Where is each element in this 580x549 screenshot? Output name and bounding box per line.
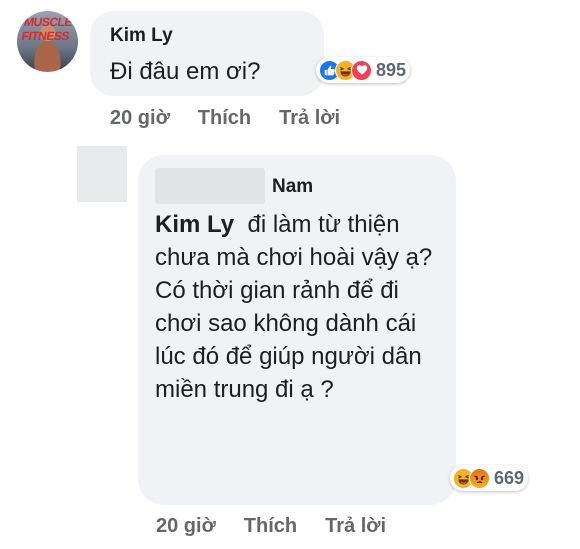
reaction-count: 669 xyxy=(494,467,525,488)
avatar[interactable] xyxy=(77,146,127,202)
reaction-summary[interactable]: 895 xyxy=(316,57,411,83)
timestamp[interactable]: 20 giờ xyxy=(110,107,170,130)
angry-icon xyxy=(469,467,490,489)
timestamp[interactable]: 20 giờ xyxy=(156,515,216,538)
comment-actions: 20 giờ Thích Trả lời xyxy=(156,515,414,538)
reply-button[interactable]: Trả lời xyxy=(325,515,386,538)
avatar-logo: MUSCLE FITNESS xyxy=(20,15,74,43)
comment-body: đi làm từ thiện chưa mà chơi hoài vậy ạ?… xyxy=(155,211,433,403)
comment-text: Kim Ly đi làm từ thiện chưa mà chơi hoài… xyxy=(155,208,450,406)
comment-author[interactable]: Kim Ly xyxy=(110,25,173,47)
comment-text: Đi đâu em ơi? xyxy=(110,58,261,85)
like-button[interactable]: Thích xyxy=(244,515,297,538)
reaction-summary[interactable]: 669 xyxy=(450,465,529,491)
like-button[interactable]: Thích xyxy=(198,107,251,130)
mention-tag[interactable]: Kim Ly xyxy=(155,211,234,238)
redacted-name xyxy=(155,168,265,204)
reaction-count: 895 xyxy=(376,59,407,80)
reply-button[interactable]: Trả lời xyxy=(279,107,340,130)
love-icon xyxy=(351,59,372,81)
comment-actions: 20 giờ Thích Trả lời xyxy=(110,107,368,130)
avatar[interactable]: MUSCLE FITNESS xyxy=(17,11,78,72)
comment-author[interactable]: Nam xyxy=(272,176,313,198)
